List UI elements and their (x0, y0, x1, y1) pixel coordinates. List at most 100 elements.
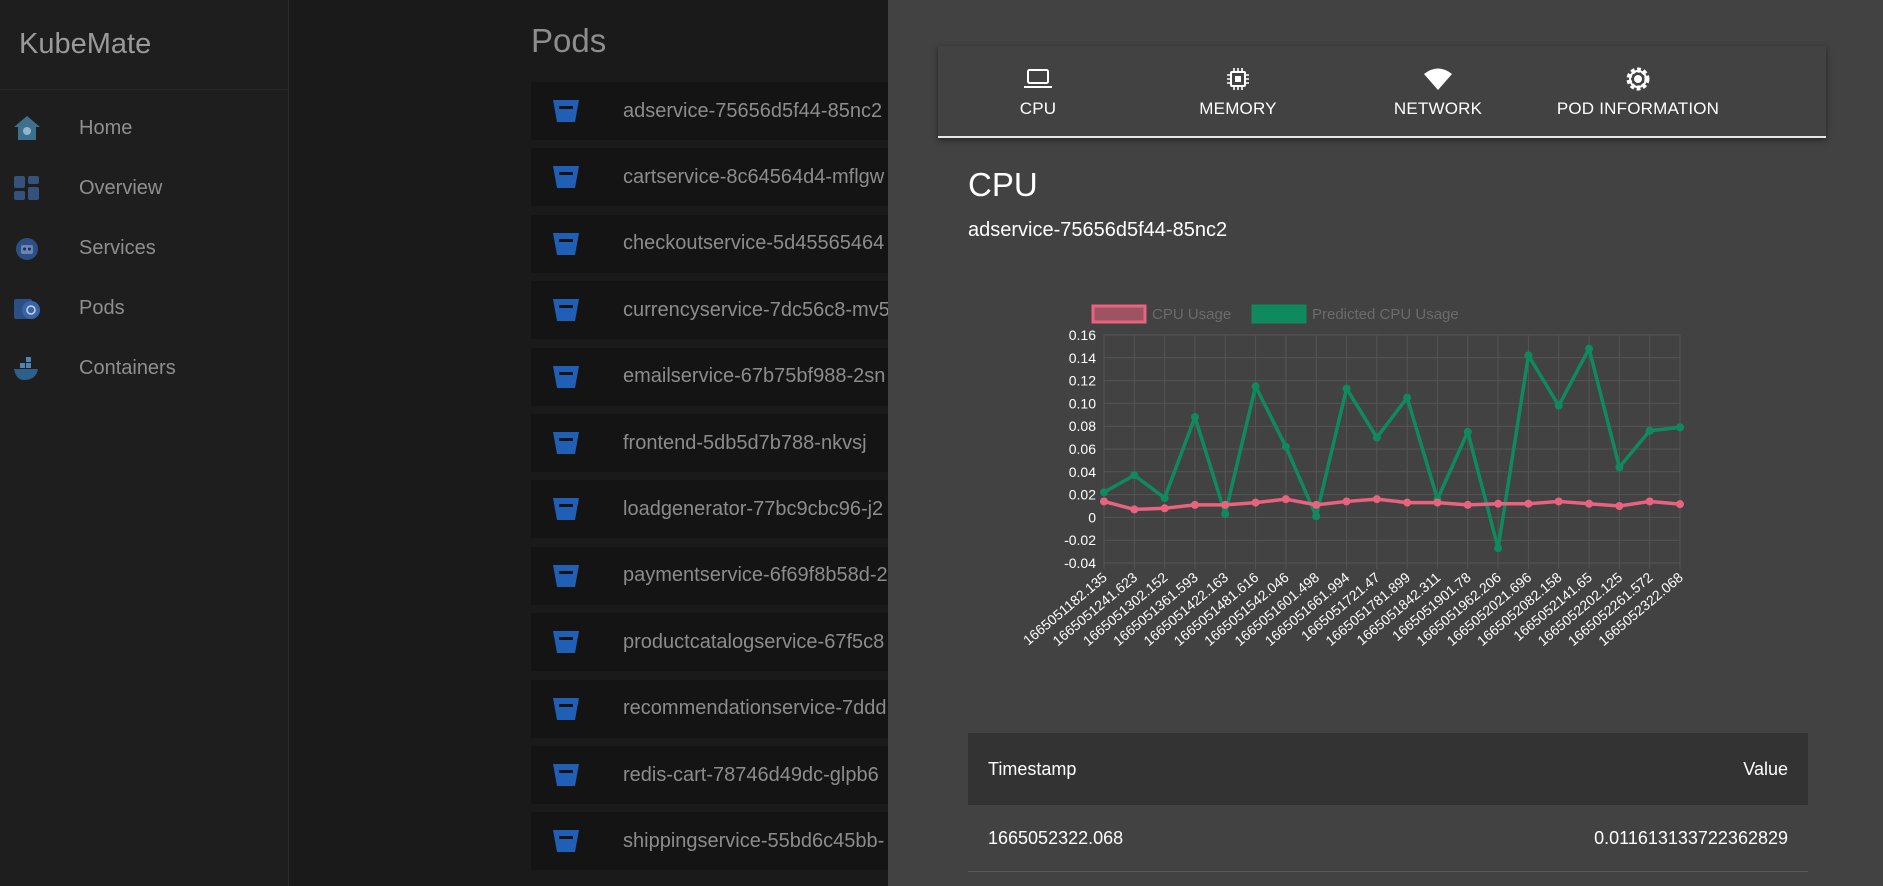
data-point (1463, 427, 1472, 436)
tab-label: CPU (1019, 99, 1057, 118)
data-point (1342, 384, 1351, 393)
data-point (1403, 393, 1412, 402)
tab-memory[interactable]: MEMORY (1138, 46, 1338, 136)
data-point (1190, 413, 1199, 422)
pod-name-label: redis-cart-78746d49dc-glpb6 (623, 763, 879, 786)
data-point (1100, 497, 1108, 506)
pod-icon (553, 830, 579, 853)
pod-icon (553, 299, 579, 322)
pod-name-label: frontend-5db5d7b788-nkvsj (623, 431, 867, 454)
y-tick-label: 0.12 (1069, 373, 1096, 389)
column-header-value: Value (1743, 758, 1788, 779)
y-tick-label: 0.14 (1069, 350, 1096, 366)
pod-icon (553, 166, 579, 189)
series-line (1103, 497, 1681, 512)
pod-name-label: paymentservice-6f69f8b58d-2 (623, 564, 888, 587)
tab-label: NETWORK (1393, 99, 1483, 118)
data-point (1372, 495, 1381, 504)
page-title: Pods (531, 22, 607, 59)
y-tick-label: -0.04 (1064, 555, 1096, 571)
pod-name-label: shippingservice-55bd6c45bb- (623, 829, 885, 852)
data-point (1130, 505, 1139, 514)
pod-name-label: loadgenerator-77bc9cbc96-j2 (623, 497, 884, 520)
pod-name-label: checkoutservice-5d45565464 (623, 232, 885, 255)
pod-icon (553, 631, 579, 654)
y-tick-label: 0.04 (1069, 464, 1096, 480)
sidebar-item-containers[interactable]: Containers (0, 338, 288, 398)
data-point (1585, 344, 1594, 353)
data-point (1615, 502, 1624, 510)
metric-tabs: CPU MEMORY NETWORK POD INFORMATION (938, 46, 1826, 138)
pod-name-label: recommendationservice-7ddd (623, 697, 887, 720)
tab-pod-information[interactable]: POD INFORMATION (1538, 46, 1738, 136)
cell-value: 0.011613133722362829 (1594, 827, 1788, 848)
sidebar-item-label: Services (79, 236, 156, 259)
cpu-values-table: Timestamp Value 1665052322.068 0.0116131… (968, 733, 1808, 872)
data-point (1251, 382, 1260, 391)
settings-icon (1624, 63, 1652, 95)
wifi-icon (1423, 63, 1453, 95)
pod-name: adservice-75656d5f44-85nc2 (968, 219, 1228, 241)
data-point (1524, 499, 1533, 508)
data-point (1342, 497, 1351, 506)
pod-icon (553, 100, 579, 122)
data-point (1615, 463, 1624, 472)
pod-icon (553, 764, 579, 786)
data-point (1585, 499, 1594, 508)
kubernetes-pod-icon (12, 293, 42, 323)
y-tick-label: 0.10 (1069, 395, 1096, 411)
series-line (1103, 346, 1681, 550)
tab-network[interactable]: NETWORK (1338, 46, 1538, 136)
robot-icon (12, 233, 42, 263)
tab-cpu[interactable]: CPU (938, 46, 1138, 136)
data-point (1554, 497, 1563, 506)
pod-icon (553, 232, 579, 255)
sidebar-item-home[interactable]: Home (0, 98, 288, 158)
app-brand: KubeMate (0, 0, 288, 90)
y-tick-label: 0.16 (1069, 327, 1096, 343)
tab-label: MEMORY (1199, 99, 1277, 118)
sidebar-item-overview[interactable]: Overview (0, 158, 288, 218)
data-point (1494, 499, 1503, 508)
y-tick-label: 0 (1088, 509, 1096, 525)
laptop-icon (1023, 63, 1053, 95)
pod-icon (553, 432, 579, 454)
legend-swatch (1251, 304, 1307, 324)
sidebar-item-services[interactable]: Services (0, 218, 288, 278)
cell-timestamp: 1665052322.068 (988, 827, 1124, 848)
docker-icon (12, 353, 42, 383)
legend-label: CPU Usage (1152, 306, 1231, 323)
pod-icon (553, 564, 579, 587)
legend-label: Predicted CPU Usage (1312, 306, 1459, 323)
data-point (1312, 500, 1321, 509)
pod-name-label: cartservice-8c64564d4-mflgw (623, 165, 885, 188)
cpu-line-chart: 0.16 0.14 0.12 0.10 0.08 0.06 0.04 0.02 0 -0.02 -0… (1020, 304, 1686, 649)
y-tick-label: -0.02 (1064, 532, 1096, 548)
pod-details-drawer: CPU MEMORY NETWORK POD INFORMATION CPU a… (888, 0, 1883, 886)
data-point (1281, 442, 1290, 451)
home-icon (12, 113, 42, 143)
sidebar: KubeMate Home Overview Services Pods Con… (0, 0, 289, 886)
dashboard-icon (12, 173, 42, 203)
sidebar-item-label: Containers (79, 356, 176, 379)
y-tick-label: 0.02 (1069, 487, 1096, 503)
data-point (1645, 426, 1654, 435)
data-point (1160, 494, 1169, 503)
pod-icon (553, 498, 579, 521)
data-point (1676, 500, 1684, 509)
sidebar-item-label: Overview (79, 176, 163, 199)
table-row: 1665052322.068 0.011613133722362829 (968, 805, 1808, 872)
data-point (1403, 498, 1412, 507)
y-tick-label: 0.06 (1069, 441, 1096, 457)
chip-icon (1225, 63, 1251, 95)
data-point (1676, 423, 1684, 432)
data-point (1160, 504, 1169, 513)
pod-icon (553, 365, 579, 388)
data-point (1130, 471, 1139, 480)
data-point (1190, 500, 1199, 509)
data-point (1251, 498, 1260, 507)
sidebar-item-pods[interactable]: Pods (0, 278, 288, 338)
y-tick-label: 0.08 (1069, 418, 1096, 434)
pod-name-label: emailservice-67b75bf988-2sn (623, 365, 886, 388)
pod-name-label: currencyservice-7dc56c8-mv5 (623, 298, 890, 321)
